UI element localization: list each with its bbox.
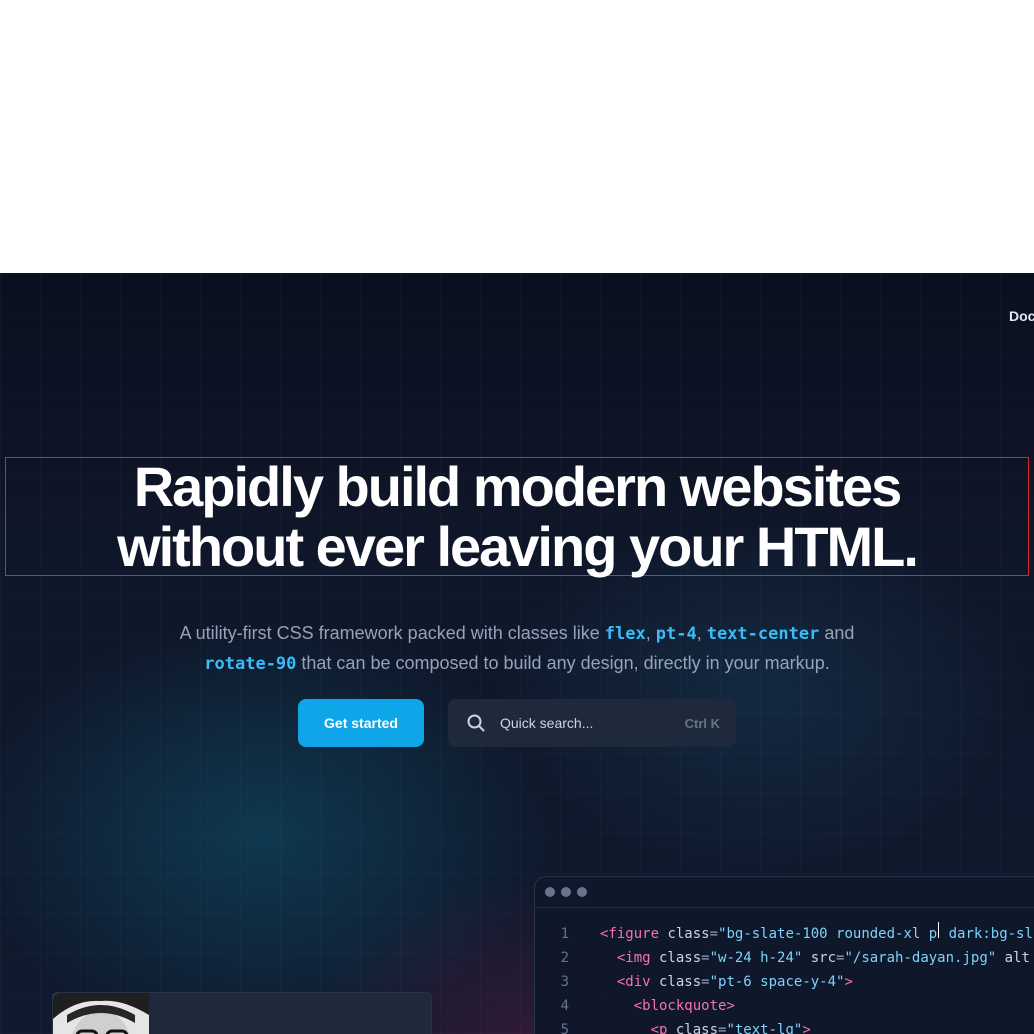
search-icon <box>466 713 486 733</box>
person-photo-icon <box>53 993 149 1034</box>
code-lines: 1 <figure class = "bg-slate-100 rounded-xl … <box>535 908 1034 1034</box>
code-token-rotate-90: rotate-90 <box>204 654 297 674</box>
code-line: 5 <p class = "text-lg" > <box>535 1018 1034 1034</box>
code-line: 3 <div class = "pt-6 space-y-4" > <box>535 970 1034 994</box>
line-number: 1 <box>560 926 569 942</box>
code-tag: <img <box>616 950 651 966</box>
line-number: 3 <box>560 974 569 990</box>
code-tag: <figure <box>600 926 660 942</box>
subtext-part-2: and <box>819 623 855 643</box>
hero-section: Doc Rapidly build modern websites withou… <box>0 273 1034 1034</box>
code-line: 4 <blockquote > <box>535 994 1034 1018</box>
line-number: 5 <box>560 1022 569 1034</box>
code-tag: <div <box>616 974 651 990</box>
code-tag: <p <box>650 1022 668 1034</box>
window-dot-icon <box>545 887 555 897</box>
code-editor-window: 1 <figure class = "bg-slate-100 rounded-xl … <box>534 876 1034 1034</box>
code-tag: <blockquote <box>633 998 727 1014</box>
subtext-sep-1: , <box>645 623 656 643</box>
window-dot-icon <box>577 887 587 897</box>
subtext-sep-2: , <box>696 623 707 643</box>
editor-title-bar <box>535 877 1034 908</box>
line-number: 4 <box>560 998 569 1014</box>
avatar <box>53 993 149 1034</box>
search-placeholder: Quick search... <box>500 715 594 731</box>
get-started-button[interactable]: Get started <box>298 699 424 747</box>
nav-docs-link[interactable]: Doc <box>1009 308 1034 324</box>
hero-headline: Rapidly build modern websites without ev… <box>5 454 1029 578</box>
hero-subtext: A utility-first CSS framework packed wit… <box>130 619 904 679</box>
code-token-flex: flex <box>604 624 646 644</box>
code-line: 1 <figure class = "bg-slate-100 rounded-xl … <box>535 922 1034 946</box>
subtext-part-1: A utility-first CSS framework packed wit… <box>179 623 605 643</box>
line-number: 2 <box>560 950 569 966</box>
headline-line-2: without ever leaving your HTML. <box>117 514 919 578</box>
window-dot-icon <box>561 887 571 897</box>
search-shortcut: Ctrl K <box>684 715 720 731</box>
quick-search-button[interactable]: Quick search... Ctrl K <box>448 699 736 747</box>
subtext-part-3: that can be composed to build any design… <box>296 653 830 673</box>
top-blank-area <box>0 0 1034 273</box>
testimonial-card <box>52 992 432 1034</box>
code-token-pt4: pt-4 <box>655 624 697 644</box>
code-token-text-center: text-center <box>706 624 820 644</box>
code-line: 2 <img class = "w-24 h-24" src = "/sarah-day… <box>535 946 1034 970</box>
headline-line-1: Rapidly build modern websites <box>133 454 903 518</box>
text-cursor <box>938 922 940 938</box>
